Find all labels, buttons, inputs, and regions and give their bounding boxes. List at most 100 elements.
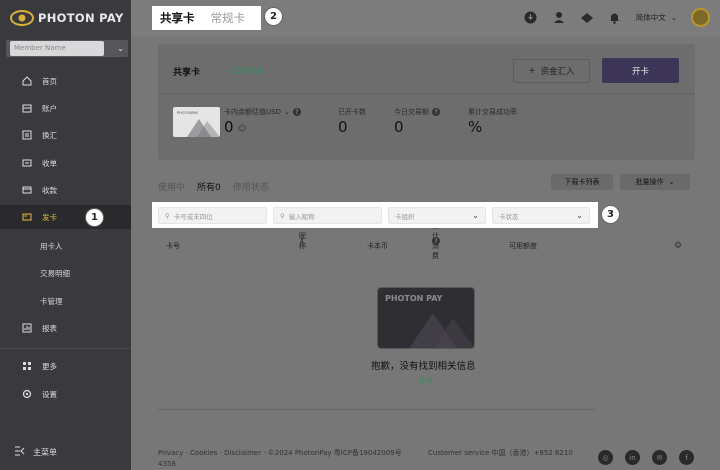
linkedin-icon[interactable]: in — [625, 450, 640, 465]
sidebar-item-label: 账户 — [42, 103, 57, 113]
sidebar-item-label: 收款 — [42, 185, 57, 195]
tab-disabled-cards[interactable]: 停用状态 — [233, 180, 269, 193]
annotation-badge-2: 2 — [265, 8, 282, 25]
status-filter-tabs: 使用中 所有0 停用状态 — [158, 180, 269, 193]
member-select[interactable]: Member Name ⌄ — [6, 40, 128, 57]
chevron-down-icon: ⌄ — [670, 13, 677, 22]
sidebar-item-label: 收单 — [42, 158, 57, 168]
sort-icon: ⇕ — [299, 237, 305, 245]
grid-icon — [21, 361, 32, 372]
wechat-icon[interactable]: ◎ — [598, 450, 613, 465]
footer-links[interactable]: Privacy · Cookies · Disclaimer · ©2024 P… — [158, 448, 402, 459]
sidebar-item-card-issue[interactable]: 发卡 — [0, 205, 131, 229]
exchange-icon — [21, 130, 32, 141]
footer-customer-service: Customer service 中国（香港）+852 6210 — [428, 449, 573, 457]
sidebar-item-label: 报表 — [42, 323, 57, 333]
sidebar-item-receive[interactable]: 收款 — [0, 178, 131, 202]
sidebar-subitem-card-management[interactable]: 卡管理 — [40, 296, 63, 307]
chevron-down-icon: ⌄ — [576, 211, 583, 220]
shared-card-intro-link[interactable]: 共享卡介绍 — [229, 66, 264, 76]
email-icon[interactable]: ✉ — [652, 450, 667, 465]
stat-cards-opened-label: 已开卡数 — [338, 107, 366, 117]
bell-icon[interactable] — [608, 11, 622, 25]
sidebar-item-settings[interactable]: 设置 — [0, 382, 131, 406]
card-number-search-input[interactable]: ⚲ 卡号或末四位 — [158, 207, 267, 224]
language-label: 简体中文 — [635, 13, 666, 22]
column-available-limit: 可用额度 — [509, 242, 537, 250]
stat-cards-opened-text: 已开卡数 — [338, 108, 366, 116]
card-type-tabs: 共享卡 常规卡 — [152, 6, 261, 30]
nickname-search-input[interactable]: ⚲ 输入昵称 — [273, 207, 382, 224]
sidebar-item-label: 更多 — [42, 361, 57, 371]
stat-today-volume-text: 今日交易额 — [394, 108, 429, 116]
tab-active-cards[interactable]: 使用中 — [158, 180, 185, 193]
help-icon[interactable]: ? — [432, 237, 440, 245]
chevron-down-icon[interactable]: ⌄ — [284, 108, 290, 116]
language-select[interactable]: 简体中文 ⌄ — [636, 12, 677, 23]
column-card-currency: 卡本币 — [367, 242, 388, 250]
main-menu-label: 主菜单 — [33, 447, 57, 457]
card-status-select[interactable]: 卡状态 ⌄ — [492, 207, 590, 224]
filter-bar: ⚲ 卡号或末四位 ⚲ 输入昵称 卡组织 ⌄ 卡状态 ⌄ — [152, 202, 598, 228]
empty-state-open-card-link[interactable]: 开卡 — [418, 376, 433, 387]
card-thumbnail: PHOTONPAY — [173, 107, 220, 137]
sidebar-item-label: 首页 — [42, 76, 57, 86]
stat-balance-value: 0 — [224, 118, 234, 136]
topbar: 共享卡 常规卡 简体中文 ⌄ — [131, 0, 720, 36]
footer-license-suffix: 4358 — [158, 460, 176, 468]
sidebar-item-label: 发卡 — [42, 212, 57, 222]
member-name-field[interactable]: Member Name — [10, 41, 104, 56]
stat-today-volume-value: 0 — [394, 118, 404, 136]
card-network-select[interactable]: 卡组织 ⌄ — [388, 207, 486, 224]
hide-value-icon[interactable]: ☺ — [238, 124, 246, 133]
chevron-down-icon: ⌄ — [472, 211, 479, 220]
photon-logo-icon — [10, 9, 34, 27]
card-network-placeholder: 卡组织 — [395, 212, 415, 221]
collapse-menu-icon — [14, 446, 25, 458]
avatar[interactable] — [691, 8, 710, 27]
gear-icon — [21, 389, 32, 400]
stat-success-rate-label: 累计交易成功率 — [468, 107, 517, 117]
sidebar-subitem-transactions[interactable]: 交易明细 — [40, 268, 70, 279]
annotation-badge-1: 1 — [86, 209, 103, 226]
sidebar-item-account[interactable]: 账户 — [0, 96, 131, 120]
brand-logo[interactable]: PHOTON PAY — [10, 9, 124, 27]
help-icon[interactable]: ? — [292, 108, 301, 116]
open-card-button[interactable]: 开卡 — [602, 58, 679, 83]
chevron-down-icon: ⌄ — [668, 178, 675, 186]
shared-card-panel: 共享卡 共享卡介绍 + 资金汇入 开卡 PHOTONPAY 卡内余额估值USD … — [158, 44, 695, 160]
download-icon[interactable] — [524, 11, 538, 25]
column-settings-icon[interactable]: ⚙ — [674, 241, 682, 251]
home-icon — [21, 76, 32, 87]
nickname-search-placeholder: 输入昵称 — [288, 212, 315, 221]
tab-shared-card[interactable]: 共享卡 — [160, 10, 195, 26]
fund-transfer-button[interactable]: + 资金汇入 — [513, 59, 590, 83]
card-number-search-placeholder: 卡号或末四位 — [173, 212, 213, 221]
sidebar-item-exchange[interactable]: 换汇 — [0, 123, 131, 147]
support-icon[interactable] — [580, 11, 594, 25]
panel-title: 共享卡 — [173, 68, 201, 78]
sidebar-item-more[interactable]: 更多 — [0, 354, 131, 378]
sidebar-item-home[interactable]: 首页 — [0, 69, 131, 93]
sidebar-item-reports[interactable]: 报表 — [0, 316, 131, 340]
batch-operation-button[interactable]: 批量操作 ⌄ — [620, 174, 690, 190]
download-card-list-button[interactable]: 下载卡列表 — [551, 174, 613, 190]
fund-transfer-label: 资金汇入 — [540, 67, 575, 77]
sidebar-item-label: 换汇 — [42, 130, 57, 140]
search-icon: ⚲ — [280, 211, 285, 220]
tab-all-cards[interactable]: 所有0 — [197, 180, 221, 193]
column-card-number: 卡号 — [166, 242, 180, 250]
sidebar-subitem-cardholders[interactable]: 用卡人 — [40, 241, 63, 252]
stat-cards-opened-value: 0 — [338, 118, 348, 136]
help-icon[interactable]: ? — [432, 108, 440, 116]
search-icon: ⚲ — [165, 211, 170, 220]
empty-state-message: 抱歉，没有找到相关信息 — [371, 361, 476, 372]
stat-balance-label: 卡内余额估值USD ⌄ ? — [224, 107, 301, 117]
stat-success-rate-text: 累计交易成功率 — [468, 108, 517, 116]
facebook-icon[interactable]: f — [679, 450, 694, 465]
user-icon[interactable] — [552, 11, 566, 25]
tab-regular-card[interactable]: 常规卡 — [211, 10, 246, 26]
topbar-actions: 简体中文 ⌄ — [524, 8, 710, 27]
sidebar-item-acquiring[interactable]: 收单 — [0, 151, 131, 175]
main-menu-toggle[interactable]: 主菜单 — [14, 446, 57, 458]
